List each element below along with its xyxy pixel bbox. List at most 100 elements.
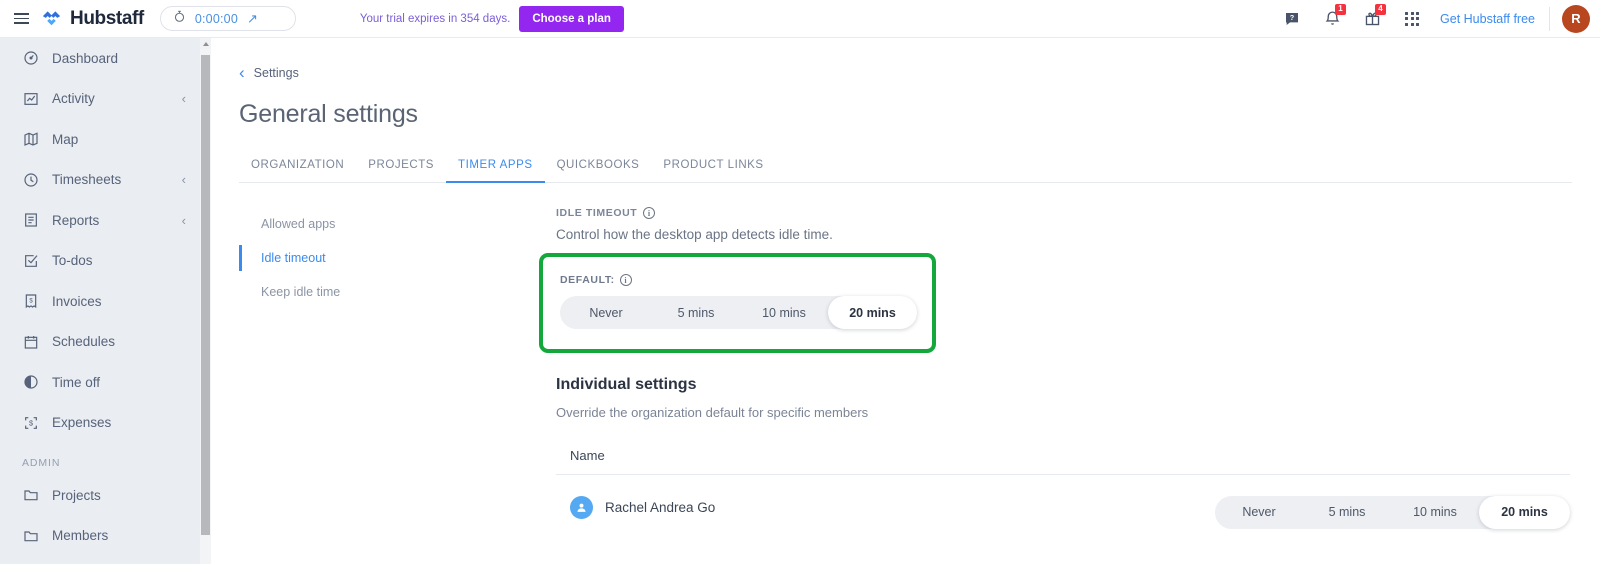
idle-timeout-description: Control how the desktop app detects idle…: [556, 227, 833, 242]
settings-body: Allowed apps Idle timeout Keep idle time…: [211, 207, 1600, 539]
segment-10-mins[interactable]: 10 mins: [1391, 496, 1479, 529]
segment-never[interactable]: Never: [560, 296, 652, 329]
app-root: Hubstaff 0:00:00 ↗ Your trial expires in…: [0, 0, 1600, 564]
app-grid-icon[interactable]: [1392, 0, 1432, 38]
sidebar-label: To-dos: [52, 253, 93, 269]
breadcrumb-label: Settings: [253, 65, 299, 80]
column-header-name: Name: [570, 448, 605, 463]
sidebar-item-expenses[interactable]: $ Expenses: [0, 403, 200, 444]
sidebar-item-activity[interactable]: Activity ‹: [0, 79, 200, 120]
hubstaff-logo-icon: [40, 7, 63, 30]
subnav-item-allowed-apps[interactable]: Allowed apps: [239, 207, 556, 241]
sidebar-item-to-dos[interactable]: To-dos: [0, 241, 200, 282]
scrollbar-thumb[interactable]: [201, 55, 210, 535]
expense-dollar-icon: $: [22, 414, 39, 431]
get-hubstaff-free-link[interactable]: Get Hubstaff free: [1440, 12, 1535, 26]
topbar-divider: [1549, 6, 1550, 31]
hamburger-menu-icon[interactable]: [6, 13, 36, 24]
sidebar-section-admin: ADMIN: [22, 457, 61, 469]
brand-name: Hubstaff: [70, 7, 144, 29]
sidebar-item-schedules[interactable]: Schedules: [0, 322, 200, 363]
sidebar-item-time-off[interactable]: Time off: [0, 362, 200, 403]
page-title: General settings: [239, 100, 418, 128]
member-idle-timeout-control-wrap: Never 5 mins 10 mins 20 mins: [1215, 486, 1570, 529]
tab-quickbooks[interactable]: QUICKBOOKS: [545, 159, 652, 183]
folder-icon: [22, 487, 39, 504]
subnav-item-idle-timeout[interactable]: Idle timeout: [239, 241, 556, 275]
sidebar-item-members[interactable]: Members: [0, 516, 200, 557]
segment-5-mins[interactable]: 5 mins: [1303, 496, 1391, 529]
default-idle-timeout-highlight: DEFAULT: i Never 5 mins 10 mins 20 mins: [539, 253, 936, 353]
hubstaff-logo[interactable]: Hubstaff: [40, 7, 144, 30]
info-icon[interactable]: i: [619, 274, 632, 286]
tab-projects[interactable]: PROJECTS: [356, 159, 446, 183]
folder-icon: [22, 527, 39, 544]
user-avatar[interactable]: R: [1562, 4, 1590, 33]
info-icon[interactable]: i: [643, 207, 656, 219]
tab-organization[interactable]: ORGANIZATION: [239, 159, 356, 183]
checkbox-icon: [22, 252, 39, 269]
segment-never[interactable]: Never: [1215, 496, 1303, 529]
sidebar-scrollbar[interactable]: [200, 38, 211, 564]
report-document-icon: [22, 212, 39, 229]
tab-timer-apps[interactable]: TIMER APPS: [446, 159, 545, 183]
top-navigation-bar: Hubstaff 0:00:00 ↗ Your trial expires in…: [0, 0, 1600, 38]
segment-20-mins[interactable]: 20 mins: [1479, 495, 1570, 529]
gift-icon[interactable]: 4: [1352, 0, 1392, 38]
arrow-up-right-icon[interactable]: ↗: [247, 11, 258, 27]
sidebar-chevron-icon[interactable]: ‹: [182, 172, 186, 187]
activity-chart-icon: [22, 90, 39, 107]
sidebar-item-timesheets[interactable]: Timesheets ‹: [0, 160, 200, 201]
tab-product-links[interactable]: PRODUCT LINKS: [651, 159, 775, 183]
sidebar-chevron-icon[interactable]: ‹: [182, 213, 186, 228]
table-row: Rachel Andrea Go Never 5 mins 10 mins 20…: [556, 475, 1570, 539]
member-idle-timeout-segmented-control[interactable]: Never 5 mins 10 mins 20 mins: [1215, 495, 1570, 529]
timer-apps-subnav: Allowed apps Idle timeout Keep idle time: [211, 207, 556, 539]
idle-timeout-eyebrow-label: IDLE TIMEOUT: [556, 207, 638, 219]
stopwatch-icon: [173, 10, 186, 28]
sidebar-label: Activity: [52, 91, 95, 107]
user-avatar-icon: [570, 495, 593, 519]
trial-expiry-text: Your trial expires in 354 days.: [359, 12, 511, 25]
table-header-row: Name: [556, 448, 1570, 475]
individual-settings-title: Individual settings: [556, 376, 697, 393]
help-chat-icon[interactable]: ?: [1272, 0, 1312, 38]
main-content: ‹ Settings General settings ORGANIZATION…: [211, 38, 1600, 564]
clock-icon: [22, 171, 39, 188]
timer-widget[interactable]: 0:00:00 ↗: [159, 6, 296, 31]
invoice-icon: $: [22, 293, 39, 310]
choose-a-plan-button[interactable]: Choose a plan: [519, 5, 624, 32]
svg-text:$: $: [29, 299, 33, 305]
sidebar-label: Invoices: [52, 293, 102, 309]
breadcrumb-back-settings[interactable]: ‹ Settings: [239, 64, 1600, 81]
default-label-row: DEFAULT: i: [560, 274, 932, 286]
svg-text:?: ?: [1290, 13, 1295, 22]
pie-clock-icon: [22, 374, 39, 391]
sidebar-label: Timesheets: [52, 172, 122, 188]
scroll-up-arrow-icon[interactable]: [200, 38, 211, 49]
individual-settings-table: Name Rachel Andrea Go Never 5 mins 10 mi…: [556, 448, 1570, 539]
segment-20-mins[interactable]: 20 mins: [828, 296, 917, 329]
left-sidebar: Dashboard Activity ‹ Map Timesheets ‹ Re…: [0, 38, 200, 564]
sidebar-item-projects[interactable]: Projects: [0, 475, 200, 516]
sidebar-label: Time off: [52, 374, 101, 390]
map-icon: [22, 131, 39, 148]
default-idle-timeout-segmented-control[interactable]: Never 5 mins 10 mins 20 mins: [560, 296, 917, 329]
sidebar-label: Schedules: [52, 334, 116, 350]
sidebar-item-dashboard[interactable]: Dashboard: [0, 38, 200, 79]
sidebar-item-invoices[interactable]: $ Invoices: [0, 281, 200, 322]
segment-5-mins[interactable]: 5 mins: [652, 296, 740, 329]
settings-tabs: ORGANIZATION PROJECTS TIMER APPS QUICKBO…: [239, 159, 1572, 183]
sidebar-label: Expenses: [52, 415, 112, 431]
idle-timeout-eyebrow: IDLE TIMEOUT i: [556, 207, 1570, 219]
sidebar-item-reports[interactable]: Reports ‹: [0, 200, 200, 241]
gift-badge: 4: [1375, 3, 1387, 15]
subnav-item-keep-idle-time[interactable]: Keep idle time: [239, 275, 556, 309]
timer-value: 0:00:00: [194, 11, 238, 26]
sidebar-item-map[interactable]: Map: [0, 119, 200, 160]
sidebar-chevron-icon[interactable]: ‹: [182, 91, 186, 106]
notifications-bell-icon[interactable]: 1: [1312, 0, 1352, 38]
svg-text:$: $: [28, 418, 32, 427]
sidebar-label: Map: [52, 131, 79, 147]
segment-10-mins[interactable]: 10 mins: [740, 296, 828, 329]
